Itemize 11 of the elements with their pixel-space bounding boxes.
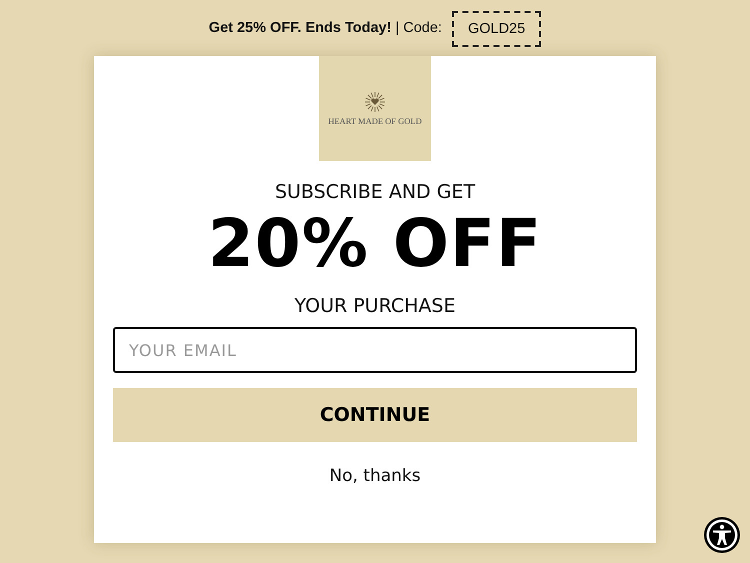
subtitle: YOUR PURCHASE	[294, 295, 456, 317]
discount-heading: 20% OFF	[208, 211, 542, 277]
decline-link[interactable]: No, thanks	[325, 462, 425, 490]
continue-button[interactable]: CONTINUE	[113, 388, 637, 442]
subtitle: SUBSCRIBE AND GET	[274, 181, 476, 203]
coupon-code: GOLD25	[452, 10, 542, 46]
email-field[interactable]: YOUR EMAIL	[113, 327, 637, 373]
brand-name: HEART MADE OF GOLD	[328, 116, 422, 126]
promo-text: Get 25% OFF. Ends Today! | Code:	[208, 20, 442, 36]
accessibility-icon[interactable]	[703, 516, 741, 554]
sunburst-heart-icon	[364, 91, 386, 113]
